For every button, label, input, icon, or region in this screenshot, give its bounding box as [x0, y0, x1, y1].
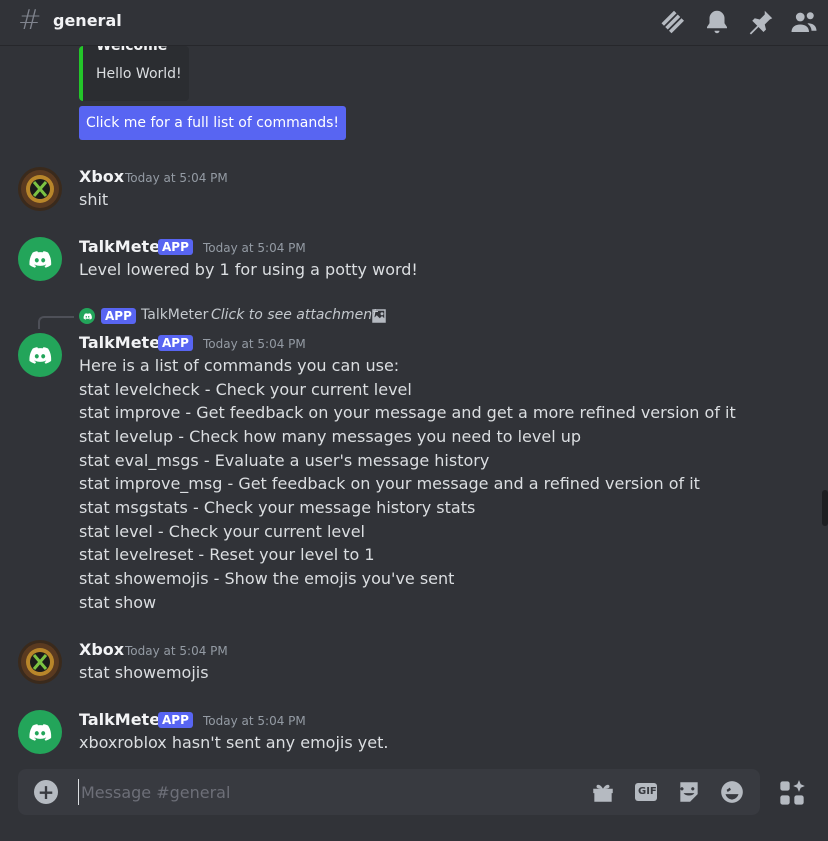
apps-icon[interactable]	[778, 779, 806, 807]
reply-avatar[interactable]	[79, 308, 95, 324]
channel-name: general	[53, 11, 122, 30]
message-author[interactable]: TalkMeter	[79, 237, 168, 256]
bell-icon[interactable]	[702, 7, 732, 37]
channel-header: # general	[0, 0, 828, 46]
embed-description: Hello World!	[96, 66, 182, 82]
message-text-line: stat levelcheck - Check your current lev…	[79, 380, 412, 399]
message-text-line: stat showemojis - Show the emojis you've…	[79, 569, 455, 588]
threads-icon[interactable]	[659, 7, 689, 37]
message-timestamp: Today at 5:04 PM	[125, 644, 228, 658]
gift-icon[interactable]	[590, 779, 616, 805]
pin-icon[interactable]	[746, 7, 776, 37]
message-timestamp: Today at 5:04 PM	[203, 714, 306, 728]
message-author[interactable]: Xbox	[79, 167, 124, 186]
bot-avatar[interactable]	[18, 710, 62, 754]
gif-label: GIF	[638, 786, 657, 797]
message-timestamp: Today at 5:04 PM	[203, 337, 306, 351]
scrollbar-thumb[interactable]	[822, 490, 828, 526]
message-text-line: stat levelreset - Reset your level to 1	[79, 545, 375, 564]
xbox-avatar[interactable]	[18, 167, 62, 211]
embed-title: Welcome	[96, 46, 168, 54]
bot-avatar[interactable]	[18, 237, 62, 281]
message-composer: + GIF	[18, 769, 760, 815]
message-text: stat showemojis	[79, 663, 209, 682]
commands-list-button[interactable]: Click me for a full list of commands!	[79, 106, 346, 140]
message-timestamp: Today at 5:04 PM	[125, 171, 228, 185]
sticker-icon[interactable]	[676, 779, 702, 805]
message-text: Level lowered by 1 for using a potty wor…	[79, 260, 418, 279]
message-author[interactable]: TalkMeter	[79, 333, 168, 352]
message-text-line: stat level - Check your current level	[79, 522, 365, 541]
welcome-embed: Welcome Hello World!	[79, 46, 189, 101]
message-text-line: stat improve - Get feedback on your mess…	[79, 403, 736, 422]
message-text: shit	[79, 190, 109, 209]
message-text-line: stat msgstats - Check your message histo…	[79, 498, 476, 517]
hashtag-icon: #	[18, 3, 42, 36]
message-text: xboxroblox hasn't sent any emojis yet.	[79, 733, 389, 752]
reply-connector	[38, 316, 74, 329]
bot-avatar[interactable]	[18, 333, 62, 377]
message-author[interactable]: Xbox	[79, 640, 124, 659]
members-icon[interactable]	[789, 7, 819, 37]
image-icon	[370, 307, 388, 325]
message-list[interactable]: Welcome Hello World! Click me for a full…	[0, 46, 828, 764]
message-text-line: stat levelup - Check how many messages y…	[79, 427, 582, 446]
message-text-line: stat eval_msgs - Evaluate a user's messa…	[79, 451, 490, 470]
xbox-avatar[interactable]	[18, 640, 62, 684]
app-badge: APP	[158, 712, 193, 728]
attach-plus-button[interactable]: +	[34, 780, 58, 804]
message-text-line: Here is a list of commands you can use:	[79, 356, 400, 375]
message-text-line: stat improve_msg - Get feedback on your …	[79, 474, 700, 493]
app-badge: APP	[158, 239, 193, 255]
message-author[interactable]: TalkMeter	[79, 710, 168, 729]
message-timestamp: Today at 5:04 PM	[203, 241, 306, 255]
message-text-line: stat show	[79, 593, 157, 612]
message-input[interactable]	[78, 779, 578, 805]
emoji-icon[interactable]	[719, 779, 745, 805]
app-badge: APP	[158, 335, 193, 351]
reply-preview-text[interactable]: Click to see attachment	[211, 307, 378, 323]
reply-app-badge: APP	[101, 308, 136, 324]
reply-author[interactable]: TalkMeter	[141, 307, 208, 323]
